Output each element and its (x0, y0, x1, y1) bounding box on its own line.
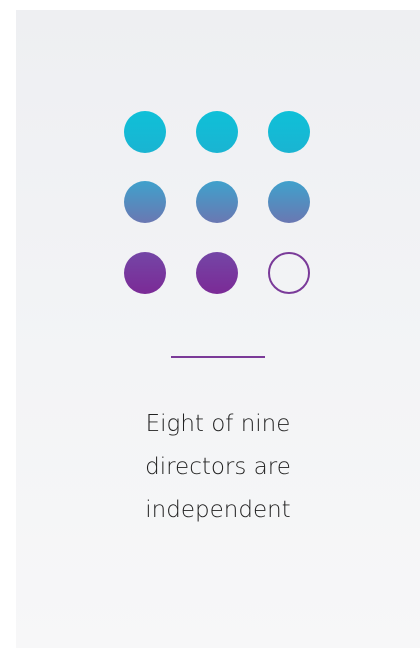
caption-line-2: directors are (145, 454, 291, 480)
director-dot-independent (196, 111, 238, 153)
director-dot-independent (124, 181, 166, 223)
director-dot-independent (196, 181, 238, 223)
caption-line-3: independent (145, 497, 291, 523)
divider-line (171, 356, 265, 358)
director-dot-independent (196, 252, 238, 294)
caption-line-1: Eight of nine (145, 411, 291, 437)
statistic-caption: Eight of nine directors are independent (16, 403, 420, 532)
director-dot-grid (124, 111, 310, 294)
director-dot-independent (268, 181, 310, 223)
director-dot-independent (124, 111, 166, 153)
director-dot-independent (268, 111, 310, 153)
director-dot-independent (124, 252, 166, 294)
statistic-card: Eight of nine directors are independent (16, 10, 420, 648)
director-dot-non-independent (268, 252, 310, 294)
